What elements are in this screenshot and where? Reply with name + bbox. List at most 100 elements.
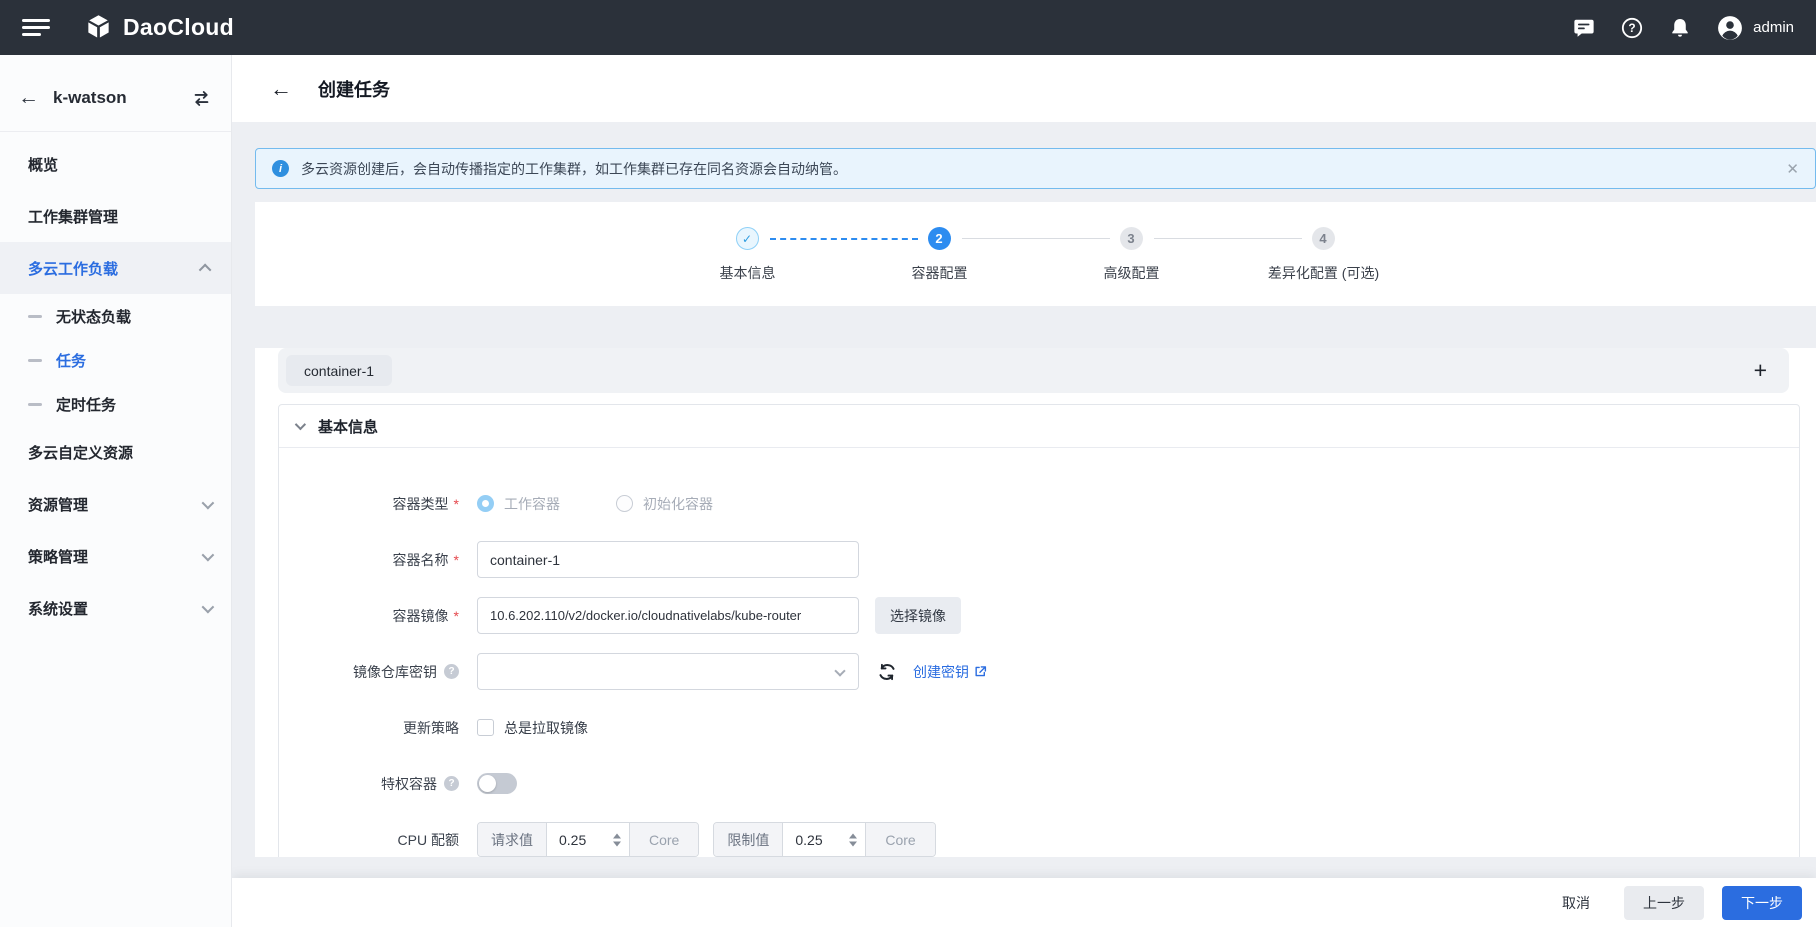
registry-secret-row: 镜像仓库密钥 ? <box>279 653 1799 690</box>
radio-selected-icon <box>477 495 494 512</box>
container-name-input[interactable] <box>477 541 859 578</box>
select-image-button[interactable]: 选择镜像 <box>875 597 961 634</box>
radio-init-container[interactable]: 初始化容器 <box>616 494 713 514</box>
sidebar-item-cronjobs[interactable]: 定时任务 <box>0 382 231 426</box>
svg-text:?: ? <box>1629 21 1636 35</box>
wizard-footer: 取消 上一步 下一步 <box>232 878 1816 927</box>
info-banner-text: 多云资源创建后，会自动传播指定的工作集群，如工作集群已存在同名资源会自动纳管。 <box>301 159 847 179</box>
radio-unselected-icon <box>616 495 633 512</box>
step-3-label: 高级配置 <box>1104 263 1160 283</box>
help-icon[interactable]: ? <box>444 664 459 679</box>
step-1-check-icon: ✓ <box>736 227 759 250</box>
stepper-connector <box>962 238 1110 239</box>
privileged-toggle[interactable] <box>477 773 517 794</box>
dash-icon <box>28 403 42 406</box>
step-4-circle: 4 <box>1312 227 1335 250</box>
step-3-circle: 3 <box>1120 227 1143 250</box>
avatar[interactable] <box>1717 15 1743 41</box>
cpu-request-unit: Core <box>629 823 698 856</box>
sidebar-item-jobs[interactable]: 任务 <box>0 338 231 382</box>
page-title: 创建任务 <box>318 76 390 102</box>
username[interactable]: admin <box>1753 19 1794 36</box>
cpu-request-input[interactable] <box>547 832 599 848</box>
chevron-down-icon <box>202 548 215 561</box>
close-icon[interactable]: ✕ <box>1786 160 1799 178</box>
main-area: ← 创建任务 i 多云资源创建后，会自动传播指定的工作集群，如工作集群已存在同名… <box>232 55 1816 927</box>
sidebar-item-policy-mgmt[interactable]: 策略管理 <box>0 530 231 582</box>
prev-step-button[interactable]: 上一步 <box>1624 886 1704 920</box>
brand-name: DaoCloud <box>123 14 234 41</box>
notification-bell-icon[interactable] <box>1669 17 1691 39</box>
info-banner: i 多云资源创建后，会自动传播指定的工作集群，如工作集群已存在同名资源会自动纳管… <box>255 148 1816 189</box>
dash-icon <box>28 359 42 362</box>
step-1-label: 基本信息 <box>720 263 776 283</box>
sidebar-item-resource-mgmt[interactable]: 资源管理 <box>0 478 231 530</box>
brand-logo[interactable]: DaoCloud <box>84 13 234 42</box>
update-policy-row: 更新策略 总是拉取镜像 <box>279 709 1799 746</box>
add-container-button[interactable]: + <box>1754 359 1767 382</box>
next-step-button[interactable]: 下一步 <box>1722 886 1802 920</box>
switch-cluster-icon[interactable] <box>192 89 211 108</box>
hamburger-menu-icon[interactable] <box>22 15 50 40</box>
privileged-row: 特权容器 ? <box>279 765 1799 802</box>
stepper: ✓ 基本信息 2 容器配置 3 高级配置 4 <box>736 227 1336 306</box>
section-title: 基本信息 <box>318 416 378 437</box>
step-4-label: 差异化配置 (可选) <box>1268 263 1379 283</box>
topbar: DaoCloud ? <box>0 0 1816 55</box>
cpu-limit-label: 限制值 <box>714 823 783 856</box>
step-2-label: 容器配置 <box>912 263 968 283</box>
chat-icon[interactable] <box>1573 17 1595 39</box>
help-icon[interactable]: ? <box>1621 17 1643 39</box>
cpu-limit-input[interactable] <box>783 832 835 848</box>
cpu-limit-group: 限制值 Core <box>713 822 935 857</box>
stepper-panel: ✓ 基本信息 2 容器配置 3 高级配置 4 <box>255 202 1816 306</box>
sidebar-item-stateless[interactable]: 无状态负载 <box>0 294 231 338</box>
sidebar-item-workloads[interactable]: 多云工作负载 <box>0 242 231 294</box>
registry-secret-select[interactable] <box>477 653 859 690</box>
sidebar-back-icon[interactable]: ← <box>18 86 39 110</box>
info-icon: i <box>272 160 289 177</box>
tab-container-1[interactable]: container-1 <box>286 355 392 386</box>
sidebar-item-system-settings[interactable]: 系统设置 <box>0 582 231 634</box>
daocloud-cube-icon <box>84 13 113 42</box>
chevron-up-icon <box>199 263 212 276</box>
step-2: 2 容器配置 <box>928 227 952 250</box>
stepper-connector <box>770 238 918 240</box>
container-image-input[interactable] <box>477 597 859 634</box>
form-panel: container-1 + 基本信息 容器类型* <box>255 348 1816 857</box>
collapse-chevron-icon <box>295 419 306 430</box>
cluster-name: k-watson <box>53 88 127 108</box>
container-name-row: 容器名称* <box>279 541 1799 578</box>
cpu-request-label: 请求值 <box>478 823 547 856</box>
sidebar-item-cluster-mgmt[interactable]: 工作集群管理 <box>0 190 231 242</box>
cpu-request-group: 请求值 Core <box>477 822 699 857</box>
container-type-row: 容器类型* 工作容器 初始化容器 <box>279 485 1799 522</box>
radio-work-container[interactable]: 工作容器 <box>477 494 560 514</box>
always-pull-checkbox[interactable] <box>477 719 494 736</box>
cancel-button[interactable]: 取消 <box>1562 893 1590 913</box>
sidebar-item-overview[interactable]: 概览 <box>0 138 231 190</box>
create-secret-link[interactable]: 创建密钥 <box>913 662 987 682</box>
help-icon[interactable]: ? <box>444 776 459 791</box>
cpu-limit-unit: Core <box>865 823 934 856</box>
step-3: 3 高级配置 <box>1120 227 1144 250</box>
container-image-row: 容器镜像* 选择镜像 <box>279 597 1799 634</box>
chevron-down-icon <box>202 600 215 613</box>
sidebar-item-custom-resources[interactable]: 多云自定义资源 <box>0 426 231 478</box>
step-2-circle: 2 <box>928 227 951 250</box>
chevron-down-icon <box>834 665 845 676</box>
step-4: 4 差异化配置 (可选) <box>1312 227 1336 250</box>
page-header: ← 创建任务 <box>232 55 1816 122</box>
cpu-quota-row: CPU 配额 请求值 Core <box>279 821 1799 857</box>
external-link-icon <box>974 665 987 678</box>
content-scroll[interactable]: i 多云资源创建后，会自动传播指定的工作集群，如工作集群已存在同名资源会自动纳管… <box>232 122 1816 857</box>
container-tabbar: container-1 + <box>278 348 1789 393</box>
stepper-arrows[interactable] <box>849 833 857 846</box>
chevron-down-icon <box>202 496 215 509</box>
back-icon[interactable]: ← <box>270 76 292 102</box>
stepper-connector <box>1154 238 1302 239</box>
refresh-icon[interactable] <box>877 662 897 682</box>
sidebar: ← k-watson 概览 工作集群管理 多云工作负载 <box>0 55 232 927</box>
stepper-arrows[interactable] <box>613 833 621 846</box>
section-header[interactable]: 基本信息 <box>279 405 1799 448</box>
